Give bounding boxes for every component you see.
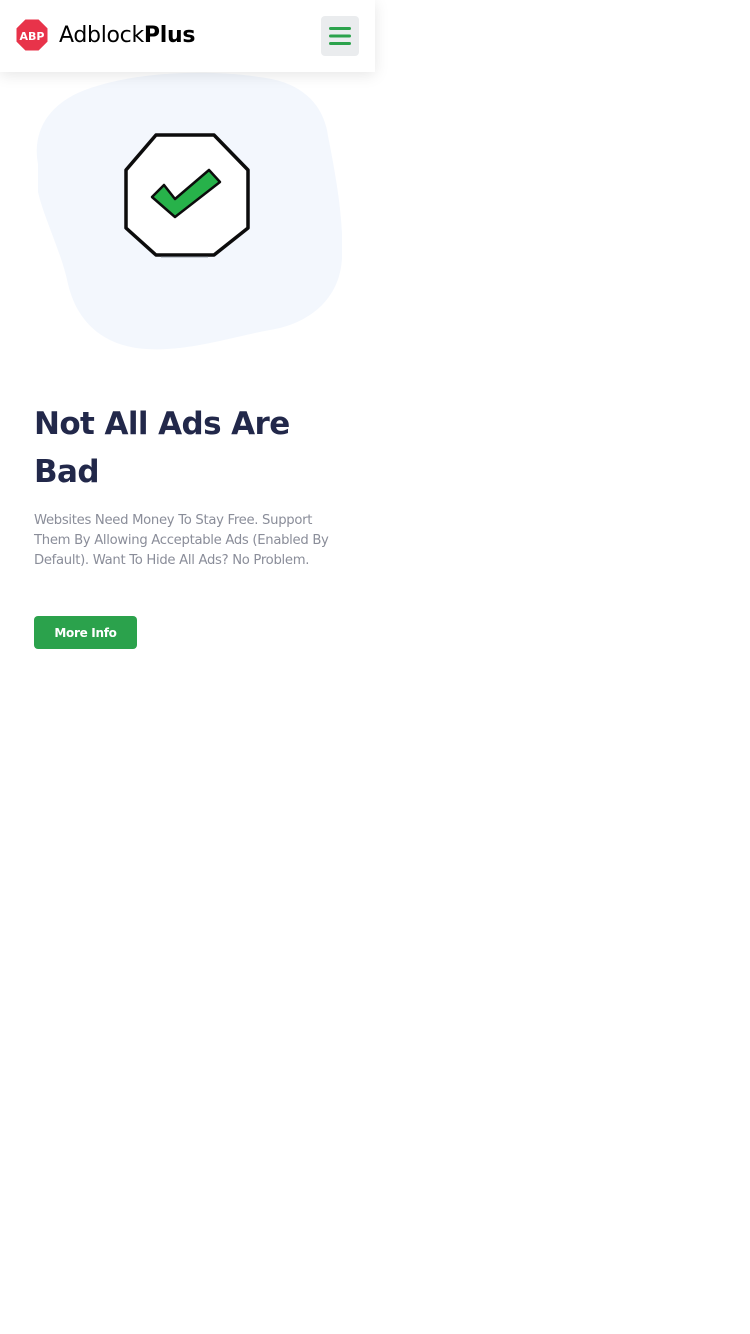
more-info-button[interactable]: More Info — [34, 616, 137, 649]
logo-wordmark-plus: Plus — [143, 22, 196, 48]
acceptable-ads-illustration — [36, 72, 342, 350]
page-viewport: ABP AdblockPlus Not All Ads Are Bad Webs… — [0, 0, 375, 1334]
logo-wordmark-adblock: Adblock — [59, 22, 144, 48]
hero-title: Not All Ads Are Bad — [34, 406, 290, 490]
menu-toggle-button[interactable] — [321, 16, 359, 56]
abp-stop-sign-icon: ABP — [16, 19, 48, 51]
checkmark-octagon-icon — [124, 133, 250, 258]
logo-badge-text: ABP — [20, 30, 45, 43]
logo-wordmark: AdblockPlus — [59, 23, 195, 48]
hero-description: Websites Need Money To Stay Free. Suppor… — [34, 513, 329, 568]
hamburger-icon — [329, 27, 351, 45]
site-header: ABP AdblockPlus — [0, 0, 375, 72]
adblock-plus-logo[interactable]: ABP AdblockPlus — [16, 18, 195, 52]
